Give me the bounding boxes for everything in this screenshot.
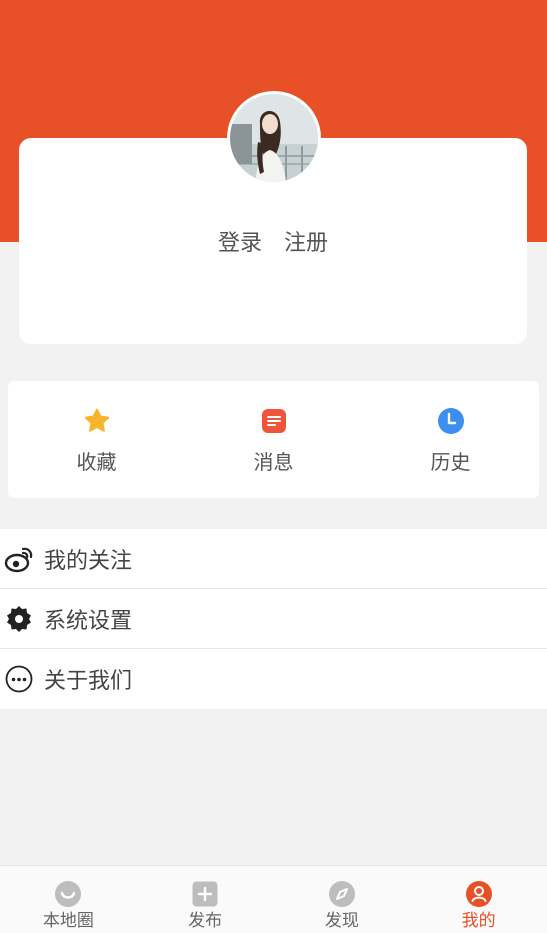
tab-label: 本地圈 xyxy=(42,911,94,931)
quick-action-label: 历史 xyxy=(430,450,471,474)
menu-item-label: 我的关注 xyxy=(44,548,133,574)
smile-circle-icon xyxy=(55,881,82,907)
menu-item-label: 系统设置 xyxy=(44,608,133,634)
quick-action-label: 消息 xyxy=(253,450,294,474)
menu-item-following[interactable]: 我的关注 xyxy=(0,529,547,589)
user-icon xyxy=(465,881,492,907)
star-icon xyxy=(84,408,109,432)
weibo-icon xyxy=(4,547,33,572)
settings-menu: 我的关注 系统设置 关于我们 xyxy=(0,529,547,709)
tab-label: 发现 xyxy=(324,911,359,931)
register-link[interactable]: 注册 xyxy=(284,226,328,262)
gear-icon xyxy=(7,605,31,632)
quick-action-messages[interactable]: 消息 xyxy=(185,381,362,498)
plus-square-icon xyxy=(192,881,218,907)
quick-action-favorites[interactable]: 收藏 xyxy=(8,381,185,498)
tab-mine[interactable]: 我的 xyxy=(410,866,547,933)
menu-item-settings[interactable]: 系统设置 xyxy=(0,589,547,649)
compass-icon xyxy=(328,881,355,907)
quick-action-label: 收藏 xyxy=(76,450,117,474)
avatar[interactable] xyxy=(227,91,321,185)
message-icon xyxy=(261,409,286,433)
menu-item-label: 关于我们 xyxy=(44,669,133,694)
tab-discover[interactable]: 发现 xyxy=(274,866,411,933)
more-dots-icon xyxy=(5,665,33,693)
tab-label: 发布 xyxy=(188,911,223,931)
tab-publish[interactable]: 发布 xyxy=(137,866,274,933)
tab-label: 我的 xyxy=(461,911,496,931)
profile-page: 登录 注册 收藏 消息 历史 我的关注 系统设置 关于我们 本地圈 发布 发现 … xyxy=(0,0,547,933)
tab-local-circle[interactable]: 本地圈 xyxy=(0,866,137,933)
quick-actions-card: 收藏 消息 历史 xyxy=(8,381,539,498)
quick-action-history[interactable]: 历史 xyxy=(362,381,539,498)
bottom-tab-bar: 本地圈 发布 发现 我的 xyxy=(0,865,547,933)
auth-links: 登录 注册 xyxy=(19,226,527,262)
menu-item-about[interactable]: 关于我们 xyxy=(0,649,547,709)
login-link[interactable]: 登录 xyxy=(218,226,262,262)
avatar-photo xyxy=(230,94,318,182)
clock-icon xyxy=(437,408,464,434)
